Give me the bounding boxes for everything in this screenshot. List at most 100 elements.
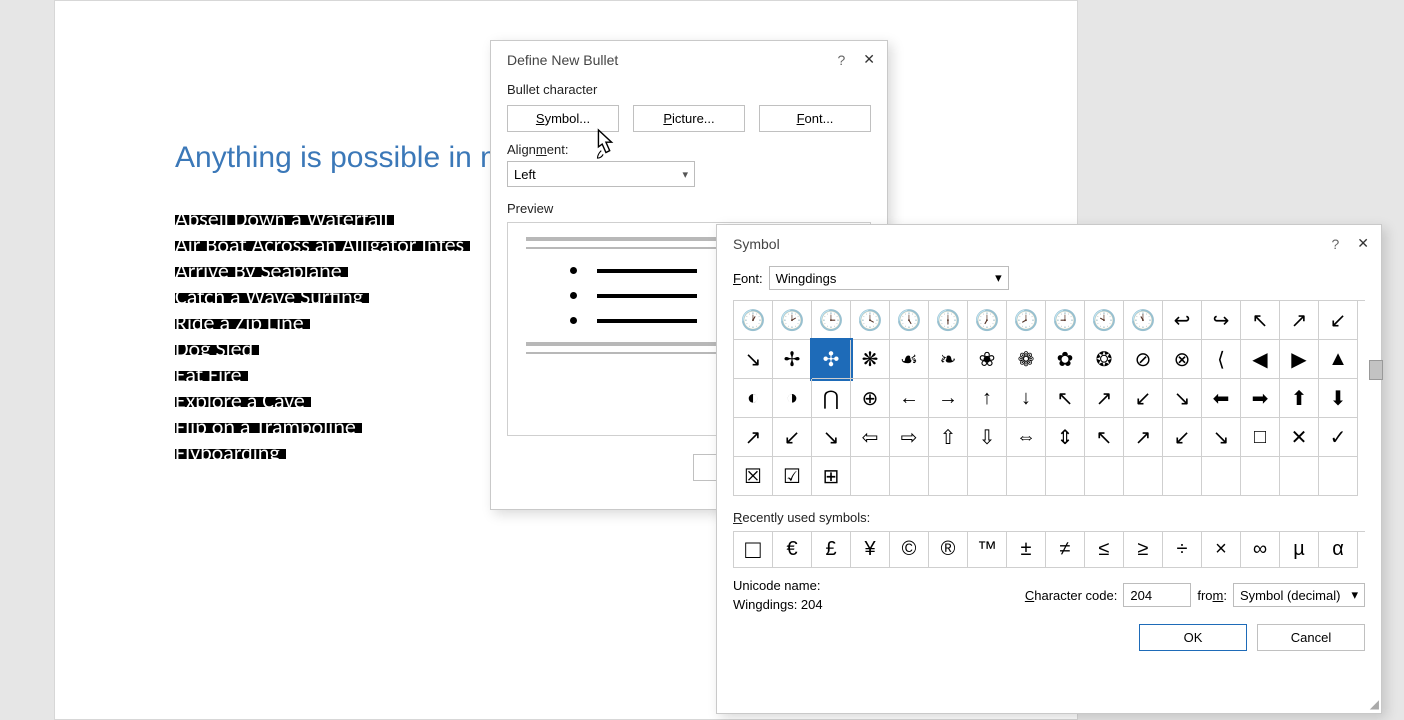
symbol-cell[interactable]: ❋ [851,340,890,379]
symbol-cell[interactable]: ▶ [1280,340,1319,379]
recent-symbol-cell[interactable]: ™ [968,532,1007,568]
symbol-cell[interactable]: ✓ [1319,418,1358,457]
recent-symbol-cell[interactable]: £ [812,532,851,568]
symbol-cell[interactable]: ▲ [1319,340,1358,379]
recent-symbol-cell[interactable]: □ [734,532,773,568]
symbol-cell[interactable]: 🕙 [1085,301,1124,340]
symbol-cell[interactable]: ☑ [773,457,812,496]
symbol-cell[interactable]: 🕓 [851,301,890,340]
resize-grip-icon[interactable]: ◢ [1370,697,1379,711]
ok-button[interactable]: OK [1139,624,1247,651]
recent-symbol-cell[interactable]: µ [1280,532,1319,568]
recent-symbol-cell[interactable]: ≠ [1046,532,1085,568]
recent-symbol-cell[interactable]: © [890,532,929,568]
symbol-cell[interactable]: ↘ [1163,379,1202,418]
symbol-cell[interactable]: ↙ [1163,418,1202,457]
recent-symbol-cell[interactable]: α [1319,532,1358,568]
symbol-grid[interactable]: 🕐🕑🕒🕓🕔🕕🕖🕗🕘🕙🕚↩↪↖↗↙↘✢✣❋☙❧❀❁✿❂⊘⊗⟨◀▶▲◐◑⋂⊕←→↑↓… [733,300,1365,496]
symbol-cell[interactable]: ↙ [773,418,812,457]
symbol-cell[interactable] [890,457,929,496]
help-icon[interactable]: ? [837,52,845,68]
symbol-cell[interactable] [1007,457,1046,496]
symbol-cell[interactable]: ✢ [773,340,812,379]
symbol-cell[interactable]: ↗ [1124,418,1163,457]
symbol-cell[interactable]: ↖ [1046,379,1085,418]
symbol-cell[interactable]: ↑ [968,379,1007,418]
symbol-cell[interactable] [1280,457,1319,496]
recent-symbol-cell[interactable]: ≥ [1124,532,1163,568]
symbol-cell[interactable]: ⬆ [1280,379,1319,418]
symbol-cell[interactable]: ⇧ [929,418,968,457]
font-select[interactable]: Wingdings ▾ [769,266,1009,290]
symbol-cell[interactable]: 🕑 [773,301,812,340]
symbol-cell[interactable]: ↙ [1124,379,1163,418]
symbol-cell[interactable]: ⇩ [968,418,1007,457]
from-select[interactable]: Symbol (decimal) ▾ [1233,583,1365,607]
symbol-cell[interactable]: 🕖 [968,301,1007,340]
symbol-cell[interactable]: 🕘 [1046,301,1085,340]
symbol-cell[interactable]: ⇔ [1007,418,1046,457]
symbol-cell[interactable]: ↗ [734,418,773,457]
symbol-cell[interactable]: ⊞ [812,457,851,496]
symbol-cell[interactable]: ⊘ [1124,340,1163,379]
symbol-cell[interactable]: ❀ [968,340,1007,379]
symbol-cell[interactable] [1046,457,1085,496]
symbol-cell[interactable]: ↩ [1163,301,1202,340]
symbol-cell[interactable]: ⬅ [1202,379,1241,418]
symbol-cell[interactable]: ← [890,379,929,418]
alignment-select[interactable]: Left ▾ [507,161,695,187]
symbol-cell[interactable]: ☙ [890,340,929,379]
scrollbar-thumb[interactable] [1369,360,1383,380]
recent-symbol-cell[interactable]: ¥ [851,532,890,568]
symbol-cell[interactable]: ↙ [1319,301,1358,340]
symbol-cell[interactable] [1202,457,1241,496]
symbol-cell[interactable] [851,457,890,496]
symbol-cell[interactable]: ✣ [812,340,851,379]
symbol-cell[interactable]: 🕒 [812,301,851,340]
symbol-cell[interactable]: ⇕ [1046,418,1085,457]
symbol-cell[interactable] [929,457,968,496]
recent-symbol-cell[interactable]: ± [1007,532,1046,568]
symbol-cell[interactable]: ⊗ [1163,340,1202,379]
symbol-cell[interactable]: 🕕 [929,301,968,340]
symbol-cell[interactable]: ☒ [734,457,773,496]
symbol-cell[interactable]: → [929,379,968,418]
recent-symbol-cell[interactable]: ® [929,532,968,568]
symbol-cell[interactable]: ↖ [1241,301,1280,340]
symbol-cell[interactable]: ⬇ [1319,379,1358,418]
symbol-cell[interactable]: ↪ [1202,301,1241,340]
recent-symbols-grid[interactable]: □€£¥©®™±≠≤≥÷×∞µα [733,531,1365,568]
symbol-cell[interactable]: ↗ [1280,301,1319,340]
symbol-cell[interactable]: ↖ [1085,418,1124,457]
symbol-cell[interactable] [1319,457,1358,496]
symbol-cell[interactable]: ◀ [1241,340,1280,379]
symbol-cell[interactable]: ↘ [1202,418,1241,457]
symbol-cell[interactable]: 🕐 [734,301,773,340]
symbol-cell[interactable]: ⊕ [851,379,890,418]
symbol-cell[interactable]: □ [1241,418,1280,457]
recent-symbol-cell[interactable]: ∞ [1241,532,1280,568]
symbol-cell[interactable]: ↗ [1085,379,1124,418]
symbol-cell[interactable]: ➡ [1241,379,1280,418]
symbol-cell[interactable]: ❁ [1007,340,1046,379]
cancel-button[interactable]: Cancel [1257,624,1365,651]
help-icon[interactable]: ? [1331,236,1339,252]
symbol-cell[interactable]: ↓ [1007,379,1046,418]
symbol-cell[interactable] [1085,457,1124,496]
symbol-cell[interactable] [1124,457,1163,496]
symbol-cell[interactable]: ↘ [812,418,851,457]
symbol-cell[interactable]: ✕ [1280,418,1319,457]
symbol-cell[interactable]: ❧ [929,340,968,379]
close-icon[interactable]: ✕ [1357,235,1369,252]
symbol-cell[interactable]: ⋂ [812,379,851,418]
font-button[interactable]: Font... [759,105,871,132]
symbol-cell[interactable]: 🕗 [1007,301,1046,340]
symbol-cell[interactable]: ⇨ [890,418,929,457]
symbol-cell[interactable]: ❂ [1085,340,1124,379]
symbol-cell[interactable]: ◑ [773,379,812,418]
symbol-cell[interactable]: ⟨ [1202,340,1241,379]
recent-symbol-cell[interactable]: × [1202,532,1241,568]
symbol-cell[interactable]: ◐ [734,379,773,418]
symbol-cell[interactable]: ✿ [1046,340,1085,379]
picture-button[interactable]: Picture... [633,105,745,132]
